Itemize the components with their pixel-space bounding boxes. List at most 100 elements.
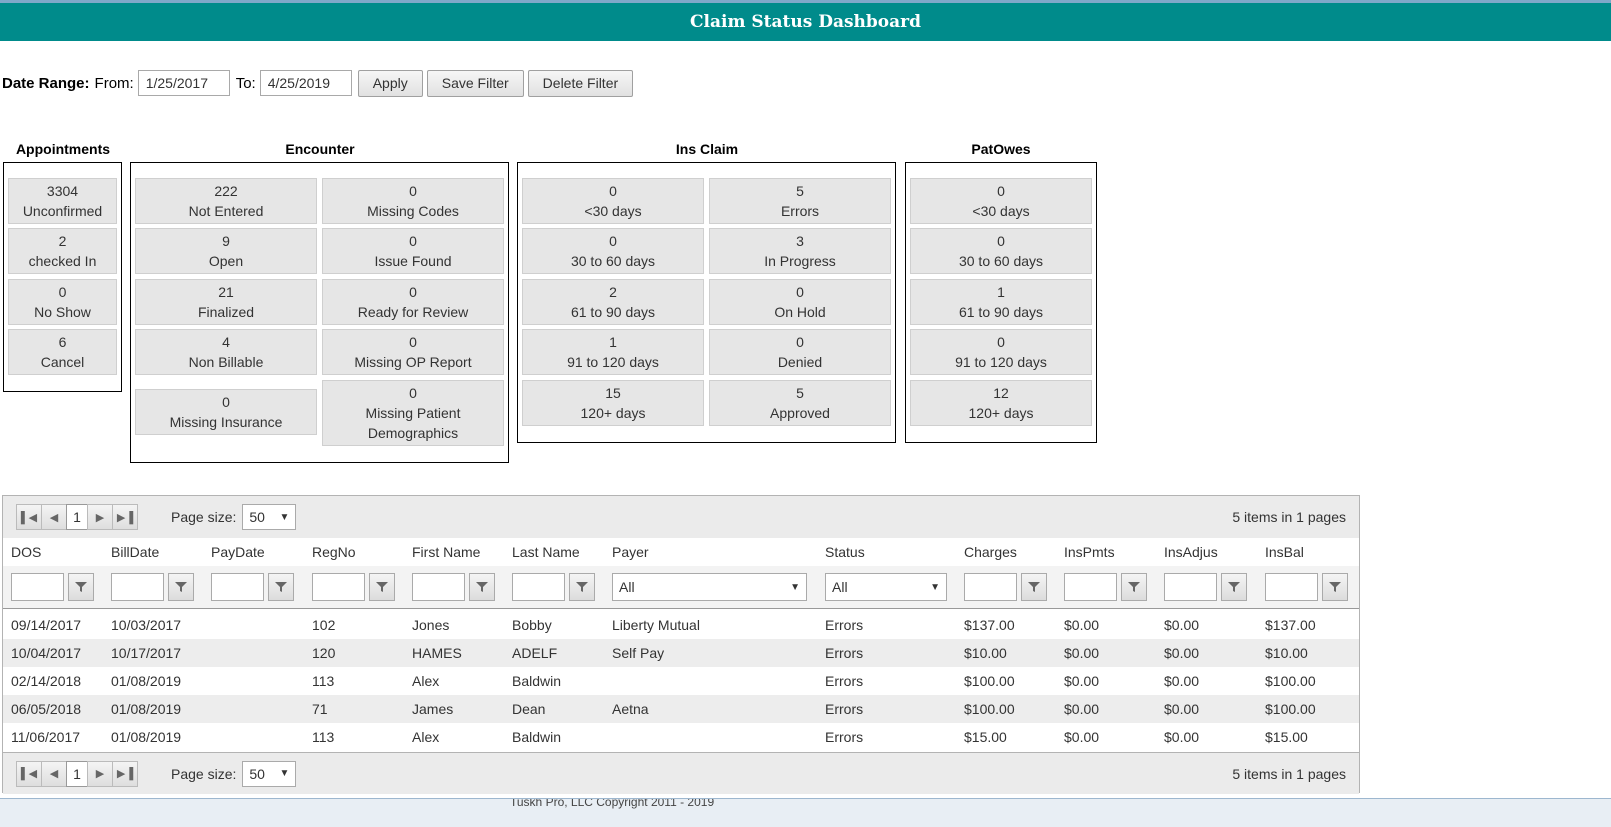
tile-patowes-91-120[interactable]: 0 91 to 120 days bbox=[910, 329, 1092, 375]
tile-label: 91 to 120 days bbox=[567, 354, 659, 370]
tile-patowes-61-90[interactable]: 1 61 to 90 days bbox=[910, 279, 1092, 325]
filter-input-charges[interactable] bbox=[964, 573, 1017, 601]
filter-input-dos[interactable] bbox=[11, 573, 64, 601]
tile-encounter-missing-demographics[interactable]: 0 Missing Patient Demographics bbox=[322, 380, 504, 446]
current-page-number[interactable]: 1 bbox=[66, 760, 88, 787]
column-header-payer[interactable]: Payer bbox=[612, 544, 649, 560]
page-size-select[interactable]: 50 ▼ bbox=[242, 504, 297, 530]
column-header-insbal[interactable]: InsBal bbox=[1265, 544, 1304, 560]
tile-encounter-missing-codes[interactable]: 0 Missing Codes bbox=[322, 178, 504, 224]
filter-icon[interactable] bbox=[1121, 573, 1147, 601]
tile-encounter-missing-op-report[interactable]: 0 Missing OP Report bbox=[322, 329, 504, 375]
to-date-input[interactable]: 4/25/2019 bbox=[259, 70, 352, 96]
tile-label: Denied bbox=[777, 354, 823, 370]
filter-icon[interactable] bbox=[68, 573, 94, 601]
from-date-input[interactable]: 1/25/2017 bbox=[137, 70, 230, 96]
filter-input-insadjus[interactable] bbox=[1164, 573, 1217, 601]
tile-patowes-under-30[interactable]: 0 <30 days bbox=[910, 178, 1092, 224]
tile-label: Cancel bbox=[40, 354, 85, 370]
tile-ins-claim-30-60[interactable]: 0 30 to 60 days bbox=[522, 228, 704, 274]
first-page-icon[interactable]: ▌◀ bbox=[16, 504, 42, 530]
tile-appointments-checked-in[interactable]: 2 checked In bbox=[8, 228, 117, 274]
first-page-icon[interactable]: ▌◀ bbox=[16, 760, 42, 787]
tile-encounter-non-billable[interactable]: 4 Non Billable bbox=[135, 329, 317, 375]
next-page-icon[interactable]: ▶ bbox=[87, 760, 113, 787]
tile-label: Ready for Review bbox=[357, 304, 469, 320]
tile-label: Open bbox=[208, 253, 244, 269]
filter-input-inspmts[interactable] bbox=[1064, 573, 1117, 601]
cell-inspmts: $0.00 bbox=[1064, 645, 1100, 661]
cell-dos: 06/05/2018 bbox=[11, 701, 82, 717]
filter-icon[interactable] bbox=[1221, 573, 1247, 601]
last-page-icon[interactable]: ▶▐ bbox=[112, 760, 138, 787]
tile-ins-claim-approved[interactable]: 5 Approved bbox=[709, 380, 891, 426]
current-page-number[interactable]: 1 bbox=[66, 504, 88, 530]
cell-first-name: HAMES bbox=[412, 645, 462, 661]
tile-appointments-no-show[interactable]: 0 No Show bbox=[8, 279, 117, 325]
filter-select-status[interactable]: All ▼ bbox=[825, 573, 947, 601]
tile-ins-claim-91-120[interactable]: 1 91 to 120 days bbox=[522, 329, 704, 375]
filter-icon[interactable] bbox=[1322, 573, 1348, 601]
filter-icon[interactable] bbox=[1021, 573, 1047, 601]
filter-input-last-name[interactable] bbox=[512, 573, 565, 601]
tile-encounter-issue-found[interactable]: 0 Issue Found bbox=[322, 228, 504, 274]
cell-first-name: James bbox=[412, 701, 454, 717]
column-header-last-name[interactable]: Last Name bbox=[512, 544, 580, 560]
tile-ins-claim-on-hold[interactable]: 0 On Hold bbox=[709, 279, 891, 325]
table-row[interactable]: 06/05/2018 01/08/2019 71 James Dean Aetna Erro… bbox=[3, 695, 1359, 723]
tile-ins-claim-61-90[interactable]: 2 61 to 90 days bbox=[522, 279, 704, 325]
filter-select-payer[interactable]: All ▼ bbox=[612, 573, 807, 601]
tile-encounter-finalized[interactable]: 21 Finalized bbox=[135, 279, 317, 325]
column-header-billdate[interactable]: BillDate bbox=[111, 544, 159, 560]
filter-input-billdate[interactable] bbox=[111, 573, 164, 601]
cell-inspmts: $0.00 bbox=[1064, 729, 1100, 745]
next-page-icon[interactable]: ▶ bbox=[87, 504, 113, 530]
save-filter-button[interactable]: Save Filter bbox=[426, 69, 524, 97]
filter-icon[interactable] bbox=[168, 573, 194, 601]
table-row[interactable]: 09/14/2017 10/03/2017 102 Jones Bobby Liberty… bbox=[3, 611, 1359, 639]
tile-patowes-120-plus[interactable]: 12 120+ days bbox=[910, 380, 1092, 426]
filter-icon[interactable] bbox=[569, 573, 595, 601]
apply-button[interactable]: Apply bbox=[357, 69, 423, 97]
column-header-regno[interactable]: RegNo bbox=[312, 544, 356, 560]
filter-icon[interactable] bbox=[369, 573, 395, 601]
tile-encounter-not-entered[interactable]: 222 Not Entered bbox=[135, 178, 317, 224]
column-header-charges[interactable]: Charges bbox=[964, 544, 1017, 560]
table-row[interactable]: 10/04/2017 10/17/2017 120 HAMES ADELF Self Pa… bbox=[3, 639, 1359, 667]
delete-filter-button[interactable]: Delete Filter bbox=[527, 69, 634, 97]
tile-appointments-unconfirmed[interactable]: 3304 Unconfirmed bbox=[8, 178, 117, 224]
column-header-status[interactable]: Status bbox=[825, 544, 865, 560]
date-range-label: Date Range: bbox=[2, 74, 90, 92]
filter-icon[interactable] bbox=[469, 573, 495, 601]
tile-ins-claim-under-30[interactable]: 0 <30 days bbox=[522, 178, 704, 224]
table-row[interactable]: 02/14/2018 01/08/2019 113 Alex Baldwin Errors… bbox=[3, 667, 1359, 695]
column-header-dos[interactable]: DOS bbox=[11, 544, 41, 560]
chevron-down-icon: ▼ bbox=[790, 581, 800, 593]
filter-icon[interactable] bbox=[268, 573, 294, 601]
filter-input-paydate[interactable] bbox=[211, 573, 264, 601]
cell-status: Errors bbox=[825, 701, 864, 717]
column-header-insadjus[interactable]: InsAdjus bbox=[1164, 544, 1218, 560]
column-header-inspmts[interactable]: InsPmts bbox=[1064, 544, 1115, 560]
last-page-icon[interactable]: ▶▐ bbox=[112, 504, 138, 530]
chevron-down-icon: ▼ bbox=[930, 581, 940, 593]
tile-ins-claim-denied[interactable]: 0 Denied bbox=[709, 329, 891, 375]
table-row[interactable]: 11/06/2017 01/08/2019 113 Alex Baldwin Errors… bbox=[3, 723, 1359, 751]
tile-appointments-cancel[interactable]: 6 Cancel bbox=[8, 329, 117, 375]
filter-input-insbal[interactable] bbox=[1265, 573, 1318, 601]
column-header-paydate[interactable]: PayDate bbox=[211, 544, 265, 560]
filter-input-regno[interactable] bbox=[312, 573, 365, 601]
tile-encounter-open[interactable]: 9 Open bbox=[135, 228, 317, 274]
patowes-title: PatOwes bbox=[971, 141, 1031, 157]
filter-input-first-name[interactable] bbox=[412, 573, 465, 601]
tile-encounter-ready-for-review[interactable]: 0 Ready for Review bbox=[322, 279, 504, 325]
column-header-first-name[interactable]: First Name bbox=[412, 544, 480, 560]
prev-page-icon[interactable]: ◀ bbox=[41, 504, 67, 530]
prev-page-icon[interactable]: ◀ bbox=[41, 760, 67, 787]
tile-ins-claim-errors[interactable]: 5 Errors bbox=[709, 178, 891, 224]
tile-encounter-missing-insurance[interactable]: 0 Missing Insurance bbox=[135, 389, 317, 435]
page-size-select[interactable]: 50 ▼ bbox=[242, 760, 297, 787]
tile-ins-claim-120-plus[interactable]: 15 120+ days bbox=[522, 380, 704, 426]
tile-patowes-30-60[interactable]: 0 30 to 60 days bbox=[910, 228, 1092, 274]
tile-ins-claim-in-progress[interactable]: 3 In Progress bbox=[709, 228, 891, 274]
